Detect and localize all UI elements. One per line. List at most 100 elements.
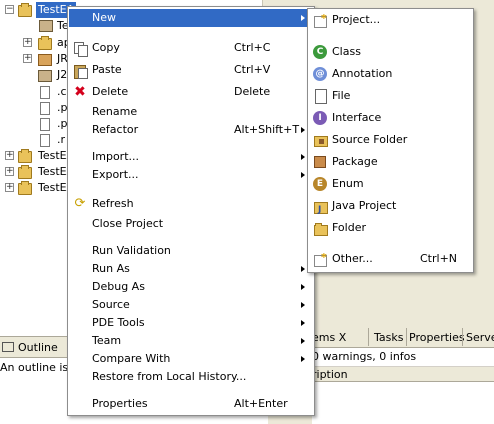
menu-item-run-as[interactable]: Run As — [69, 260, 313, 278]
class-icon: C — [313, 45, 327, 59]
jar-icon — [38, 54, 52, 66]
menu-separator — [310, 243, 471, 244]
menu-item-new-class[interactable]: C Class — [309, 43, 472, 61]
menu-item-label: Copy — [92, 41, 120, 54]
menu-item-new-java-project[interactable]: Java Project — [309, 197, 472, 219]
expand-toggle-icon[interactable]: + — [23, 54, 32, 63]
menu-item-label: Delete — [92, 85, 129, 98]
menu-item-label: Close Project — [92, 217, 164, 230]
expand-toggle-icon[interactable]: + — [5, 151, 14, 160]
tab-servers[interactable]: Serve — [466, 330, 494, 346]
menu-item-rename[interactable]: Rename — [69, 103, 313, 121]
collapse-toggle-icon[interactable]: − — [5, 5, 14, 14]
submenu-arrow-icon — [301, 320, 305, 326]
menu-item-label: Paste — [92, 63, 122, 76]
menu-item-label: Team — [92, 334, 122, 347]
menu-item-shortcut: Ctrl+V — [234, 63, 271, 76]
project-folder-icon — [18, 165, 32, 179]
problems-summary: 0 warnings, 0 infos — [312, 350, 417, 363]
menu-item-close-project[interactable]: Close Project — [69, 215, 313, 233]
submenu-arrow-icon — [301, 127, 305, 133]
menu-item-label: Refactor — [92, 123, 139, 136]
menu-item-refactor[interactable]: Refactor Alt+Shift+T — [69, 121, 313, 139]
submenu-arrow-icon — [301, 284, 305, 290]
menu-item-refresh[interactable]: ⟳ Refresh — [69, 195, 313, 213]
menu-item-debug-as[interactable]: Debug As — [69, 278, 313, 296]
menu-item-source[interactable]: Source — [69, 296, 313, 314]
expand-toggle-icon[interactable]: + — [5, 183, 14, 192]
tab-outline[interactable]: Outline X — [2, 340, 68, 370]
menu-item-label: New — [92, 11, 116, 24]
menu-item-compare-with[interactable]: Compare With — [69, 350, 313, 368]
menu-item-label: Package — [332, 155, 378, 168]
menu-item-label: Restore from Local History... — [92, 370, 247, 383]
menu-item-team[interactable]: Team — [69, 332, 313, 350]
menu-item-new-annotation[interactable]: @ Annotation — [309, 65, 472, 83]
file-icon — [313, 89, 327, 104]
menu-item-label: Run As — [92, 262, 130, 275]
interface-icon: I — [313, 111, 327, 125]
copy-icon — [73, 41, 88, 57]
tab-properties[interactable]: Properties — [409, 330, 465, 346]
tab-divider — [406, 328, 407, 346]
new-other-icon — [313, 249, 327, 267]
file-icon — [40, 102, 50, 115]
menu-item-properties[interactable]: Properties Alt+Enter — [69, 395, 313, 413]
tab-divider — [368, 328, 369, 346]
menu-item-copy[interactable]: Copy Ctrl+C — [69, 39, 313, 57]
menu-item-new-folder[interactable]: Folder — [309, 219, 472, 237]
menu-item-export[interactable]: Export... — [69, 166, 313, 184]
menu-item-new-enum[interactable]: E Enum — [309, 175, 472, 193]
column-header-description[interactable]: ription — [312, 366, 494, 382]
menu-item-new-other[interactable]: Other... Ctrl+N — [309, 249, 472, 268]
menu-item-shortcut: Ctrl+C — [234, 41, 271, 54]
menu-item-label: Source Folder — [332, 133, 408, 146]
project-folder-icon — [18, 181, 32, 195]
menu-item-new[interactable]: New — [69, 9, 313, 27]
menu-item-label: Annotation — [332, 67, 393, 80]
menu-item-shortcut: Delete — [234, 85, 271, 98]
tab-divider — [462, 328, 463, 346]
expand-toggle-icon[interactable]: + — [5, 167, 14, 176]
menu-item-label: Project... — [332, 13, 381, 26]
new-project-icon — [313, 10, 327, 28]
file-icon — [40, 134, 50, 147]
expand-toggle-icon[interactable]: + — [23, 38, 32, 47]
menu-item-paste[interactable]: Paste Ctrl+V — [69, 61, 313, 79]
menu-item-label: Refresh — [92, 197, 134, 210]
new-submenu: Project... C Class @ Annotation File I I… — [307, 8, 474, 273]
menu-item-label: PDE Tools — [92, 316, 145, 329]
menu-item-label: Rename — [92, 105, 138, 118]
tree-row-label: J2 — [57, 68, 68, 81]
annotation-icon: @ — [313, 67, 327, 81]
menu-item-new-package[interactable]: Package — [309, 153, 472, 171]
tab-tasks[interactable]: Tasks — [374, 330, 403, 346]
tree-row-label: .p — [57, 101, 68, 114]
menu-item-new-source-folder[interactable]: Source Folder — [309, 131, 472, 149]
source-folder-icon — [313, 133, 328, 147]
menu-item-run-validation[interactable]: Run Validation — [69, 242, 313, 260]
outline-tab-label: Outline — [18, 341, 58, 354]
file-icon — [40, 118, 50, 131]
tree-row-label: .p — [57, 117, 68, 130]
menu-item-import[interactable]: Import... — [69, 148, 313, 166]
menu-item-shortcut: Alt+Shift+T — [234, 123, 300, 136]
menu-item-new-file[interactable]: File — [309, 87, 472, 105]
menu-item-label: Import... — [92, 150, 139, 163]
menu-item-new-project[interactable]: Project... — [309, 10, 472, 29]
paste-icon — [73, 63, 88, 79]
problems-body: 0 warnings, 0 infos ription — [312, 348, 494, 424]
tab-problems[interactable]: ems X — [312, 330, 346, 346]
close-icon[interactable]: X — [339, 331, 347, 344]
submenu-arrow-icon — [301, 356, 305, 362]
menu-item-pde-tools[interactable]: PDE Tools — [69, 314, 313, 332]
menu-item-new-interface[interactable]: I Interface — [309, 109, 472, 127]
outline-tab-bar: Outline X — [0, 336, 68, 370]
project-folder-icon — [18, 3, 32, 17]
menu-item-label: Java Project — [332, 199, 397, 212]
library-icon — [39, 20, 53, 32]
problems-tab-bar: ems X Tasks Properties Serve — [312, 326, 494, 348]
menu-item-restore-local-history[interactable]: Restore from Local History... — [69, 368, 313, 386]
problems-tab-label: ems — [312, 331, 336, 344]
menu-item-delete[interactable]: ✖ Delete Delete — [69, 83, 313, 101]
